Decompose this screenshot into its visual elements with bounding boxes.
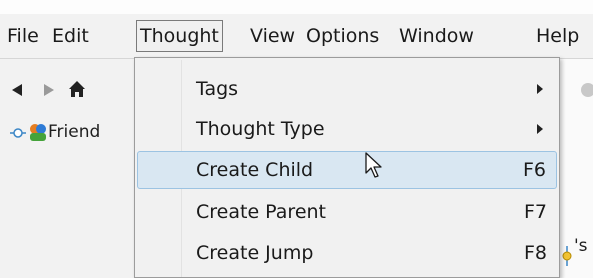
tree-item-friend[interactable]: Friend <box>8 120 100 144</box>
menu-item-tags[interactable]: Tags <box>137 70 557 108</box>
forward-arrow-icon[interactable] <box>42 82 56 98</box>
menu-item-label: Create Parent <box>196 201 326 223</box>
canvas-partial-label: 's E <box>574 236 593 256</box>
menu-thought[interactable]: Thought <box>136 20 223 52</box>
home-icon[interactable] <box>68 80 86 98</box>
mouse-cursor-icon <box>365 152 382 178</box>
menu-window[interactable]: Window <box>399 20 474 52</box>
menu-bar: File Edit Thought View Options Window He… <box>0 14 593 59</box>
menu-item-shortcut: F7 <box>523 201 547 223</box>
menu-item-label: Tags <box>196 78 239 100</box>
thought-link-icon <box>562 246 572 266</box>
menu-options[interactable]: Options <box>306 20 379 52</box>
menu-item-label: Create Child <box>196 159 314 181</box>
menu-item-shortcut: F6 <box>522 159 546 181</box>
menu-item-shortcut: F8 <box>523 242 547 264</box>
back-arrow-icon[interactable] <box>10 82 24 98</box>
thought-node-icon <box>10 124 46 141</box>
menu-edit[interactable]: Edit <box>52 20 89 52</box>
submenu-arrow-icon <box>537 124 543 134</box>
menu-file[interactable]: File <box>7 20 39 52</box>
menu-help[interactable]: Help <box>536 20 579 52</box>
close-circle-icon[interactable] <box>580 82 593 98</box>
menu-item-label: Create Jump <box>196 242 314 264</box>
menu-item-create-parent[interactable]: Create Parent F7 <box>137 193 557 231</box>
menu-item-label: Thought Type <box>196 118 325 140</box>
window-top-strip <box>0 0 593 14</box>
tree-item-label: Friend <box>48 122 101 142</box>
menu-item-create-jump[interactable]: Create Jump F8 <box>137 234 557 272</box>
menu-view[interactable]: View <box>250 20 295 52</box>
menu-item-create-child[interactable]: Create Child F6 <box>137 151 557 189</box>
thought-menu: Tags Thought Type Create Child F6 Create… <box>134 57 560 278</box>
menu-item-thought-type[interactable]: Thought Type <box>137 110 557 148</box>
submenu-arrow-icon <box>537 84 543 94</box>
